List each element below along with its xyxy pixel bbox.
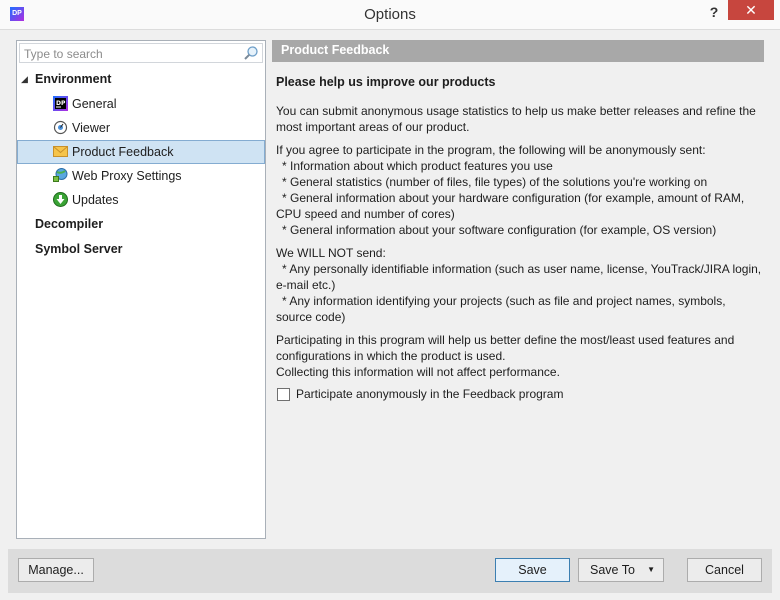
save-to-label: Save To [590, 563, 635, 577]
tree-item-updates[interactable]: Updates [17, 188, 265, 212]
globe-network-icon [53, 168, 68, 182]
text-line: e-mail etc.) [276, 278, 336, 292]
text-line: * General statistics (number of files, f… [282, 175, 708, 189]
content-title: Please help us improve our products [276, 75, 496, 89]
text-line: * Information about which product featur… [282, 159, 553, 173]
text-line: * General information about your hardwar… [282, 191, 745, 205]
tree-item-label: Updates [72, 193, 119, 207]
text-line: most important areas of our product. [276, 120, 470, 134]
tree-group-decompiler[interactable]: Decompiler [17, 212, 265, 236]
close-button[interactable]: ✕ [728, 0, 774, 20]
text-line: If you agree to participate in the progr… [276, 143, 706, 157]
tree-item-label: General [72, 97, 117, 111]
send-paragraph: If you agree to participate in the progr… [276, 142, 756, 238]
title-bar: DP Options ? ✕ [0, 0, 780, 30]
tree-item-label: Viewer [72, 121, 110, 135]
tree-group-symbol-server[interactable]: Symbol Server [17, 237, 265, 261]
tree-item-general[interactable]: DP General [17, 92, 265, 116]
svg-text:DP: DP [56, 100, 66, 107]
page-header-bar: Product Feedback [272, 40, 764, 62]
tree-item-viewer[interactable]: Viewer [17, 116, 265, 140]
update-arrow-icon [53, 192, 68, 207]
text-line: Participating in this program will help … [276, 333, 735, 347]
dropdown-arrow-icon[interactable]: ▼ [647, 559, 655, 581]
window-title: Options [364, 6, 416, 23]
tree-group-environment[interactable]: ◢ Environment [17, 67, 265, 91]
search-placeholder: Type to search [24, 47, 103, 61]
participate-checkbox[interactable] [277, 388, 290, 401]
page-header-title: Product Feedback [281, 43, 390, 57]
text-line: Collecting this information will not aff… [276, 365, 560, 379]
feedback-content: Please help us improve our products You … [276, 74, 762, 387]
text-line: source code) [276, 310, 346, 324]
manage-button[interactable]: Manage... [18, 558, 94, 582]
not-send-paragraph: We WILL NOT send: * Any personally ident… [276, 245, 762, 325]
text-line: * General information about your softwar… [282, 223, 717, 237]
help-button[interactable]: ? [702, 2, 726, 24]
save-button[interactable]: Save [495, 558, 570, 582]
tree-item-label: Product Feedback [72, 145, 174, 159]
tree-group-label: Symbol Server [35, 242, 123, 256]
search-icon[interactable] [243, 45, 259, 61]
cancel-button[interactable]: Cancel [687, 558, 762, 582]
text-line: configurations in which the product is u… [276, 349, 506, 363]
closing-paragraph: Participating in this program will help … [276, 332, 756, 380]
participate-checkbox-label[interactable]: Participate anonymously in the Feedback … [296, 387, 563, 401]
tree-item-label: Web Proxy Settings [72, 169, 182, 183]
text-line: You can submit anonymous usage statistic… [276, 104, 756, 118]
tree-group-label: Decompiler [35, 217, 104, 231]
eye-icon [53, 120, 68, 135]
tree-item-product-feedback[interactable]: Product Feedback [17, 140, 265, 164]
tree-item-web-proxy-settings[interactable]: Web Proxy Settings [17, 164, 265, 188]
envelope-icon [53, 146, 68, 157]
save-to-button[interactable]: Save To ▼ [578, 558, 664, 582]
text-line: CPU speed and number of cores) [276, 207, 455, 221]
intro-paragraph: You can submit anonymous usage statistic… [276, 103, 756, 135]
text-line: * Any information identifying your proje… [282, 294, 726, 308]
dialog-footer: Manage... Save Save To ▼ Cancel [8, 549, 772, 593]
dotpeek-icon: DP [53, 96, 68, 111]
text-line: We WILL NOT send: [276, 246, 386, 260]
tree-group-label: Environment [35, 72, 112, 86]
text-line: * Any personally identifiable informatio… [282, 262, 762, 276]
search-input[interactable]: Type to search [19, 43, 263, 63]
options-tree-panel: Type to search ◢ Environment DP General [16, 40, 266, 539]
expander-icon[interactable]: ◢ [21, 67, 31, 91]
